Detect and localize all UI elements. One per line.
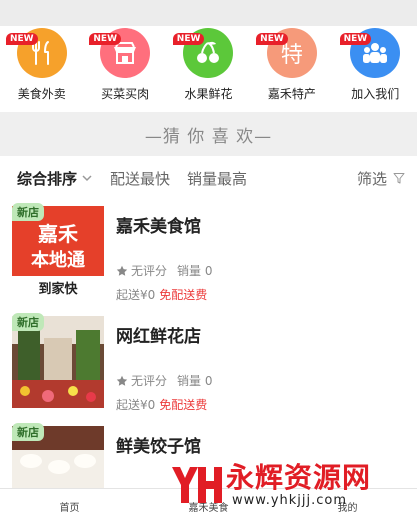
chevron-down-icon <box>82 175 92 182</box>
star-icon <box>116 265 128 276</box>
category-label: 嘉禾特产 <box>267 87 316 101</box>
shop-sales: 销量 0 <box>177 264 213 278</box>
shop-fee: 起送¥0 免配送费 <box>116 396 207 413</box>
watermark: 永辉资源网 www.yhkjjj.com <box>168 455 414 515</box>
filter-top-sales[interactable]: 销量最高 <box>187 168 247 189</box>
category-row: NEW 美食外卖 NEW 买菜买肉 NEW 水果鲜花 NEW 特 嘉禾特产 NE… <box>0 26 417 112</box>
category-label: 水果鲜花 <box>184 87 233 101</box>
shop-min-order: 起送¥0 <box>116 398 156 412</box>
filter-bar: 综合排序 配送最快 销量最高 筛选 <box>0 158 417 198</box>
category-join-us[interactable]: NEW 加入我们 <box>334 26 417 112</box>
shop-rating: 无评分 <box>131 264 168 278</box>
sort-dropdown[interactable]: 综合排序 <box>17 168 93 189</box>
shop-rating: 无评分 <box>131 374 168 388</box>
new-badge: NEW <box>6 33 38 45</box>
shop-name: 网红鲜花店 <box>116 327 201 347</box>
watermark-title: 永辉资源网 <box>226 460 372 494</box>
watermark-logo-icon <box>172 467 222 503</box>
tab-home[interactable]: 首页 <box>0 489 139 516</box>
shop-name: 鲜美饺子馆 <box>116 437 201 457</box>
thumb-line-3: 到家快 <box>38 282 78 297</box>
shop-card[interactable]: 新店 网红鲜花店 无评分 销量 0 起送¥0 免配送费 <box>0 308 417 418</box>
shop-meta: 无评分 销量 0 <box>116 372 212 389</box>
shop-fee: 起送¥0 免配送费 <box>116 286 207 303</box>
shop-card[interactable]: 嘉禾 本地通 到家快 新店 嘉禾美食馆 无评分 销量 0 起送¥0 免配送费 <box>0 198 417 308</box>
category-groceries[interactable]: NEW 买菜买肉 <box>83 26 166 112</box>
sales-label: 销量最高 <box>187 169 248 188</box>
new-store-badge: 新店 <box>12 313 44 331</box>
new-badge: NEW <box>256 33 288 45</box>
shop-meta: 无评分 销量 0 <box>116 262 212 279</box>
star-icon <box>116 375 128 386</box>
shop-name: 嘉禾美食馆 <box>116 217 201 237</box>
shop-free-delivery: 免配送费 <box>159 398 208 412</box>
shop-sales: 销量 0 <box>177 374 213 388</box>
category-label: 美食外卖 <box>17 87 66 101</box>
screen-filter-button[interactable]: 筛选 <box>357 158 405 198</box>
thumb-line-1: 嘉禾 <box>38 222 78 246</box>
category-local-specialty[interactable]: NEW 特 嘉禾特产 <box>250 26 333 112</box>
screen-label: 筛选 <box>356 169 387 188</box>
category-label: 买菜买肉 <box>101 87 150 101</box>
top-strip <box>0 0 417 26</box>
guess-you-like-band: —猜 你 喜 欢— <box>0 112 417 156</box>
fastest-label: 配送最快 <box>110 169 171 188</box>
category-food-delivery[interactable]: NEW 美食外卖 <box>0 26 83 112</box>
shop-min-order: 起送¥0 <box>116 288 156 302</box>
category-fruit-flowers[interactable]: NEW 水果鲜花 <box>167 26 250 112</box>
new-badge: NEW <box>172 33 205 45</box>
new-store-badge: 新店 <box>12 203 44 221</box>
guess-you-like-title: —猜 你 喜 欢— <box>144 126 273 147</box>
filter-fastest-delivery[interactable]: 配送最快 <box>110 168 170 189</box>
funnel-icon <box>393 173 405 184</box>
sort-label: 综合排序 <box>17 169 78 188</box>
thumb-line-2: 本地通 <box>31 250 85 271</box>
watermark-url: www.yhkjjj.com <box>232 492 348 508</box>
tab-home-label: 首页 <box>59 503 80 514</box>
new-store-badge: 新店 <box>12 423 44 441</box>
new-badge: NEW <box>89 33 121 45</box>
shop-free-delivery: 免配送费 <box>159 288 208 302</box>
new-badge: NEW <box>339 33 372 45</box>
category-label: 加入我们 <box>351 87 400 101</box>
